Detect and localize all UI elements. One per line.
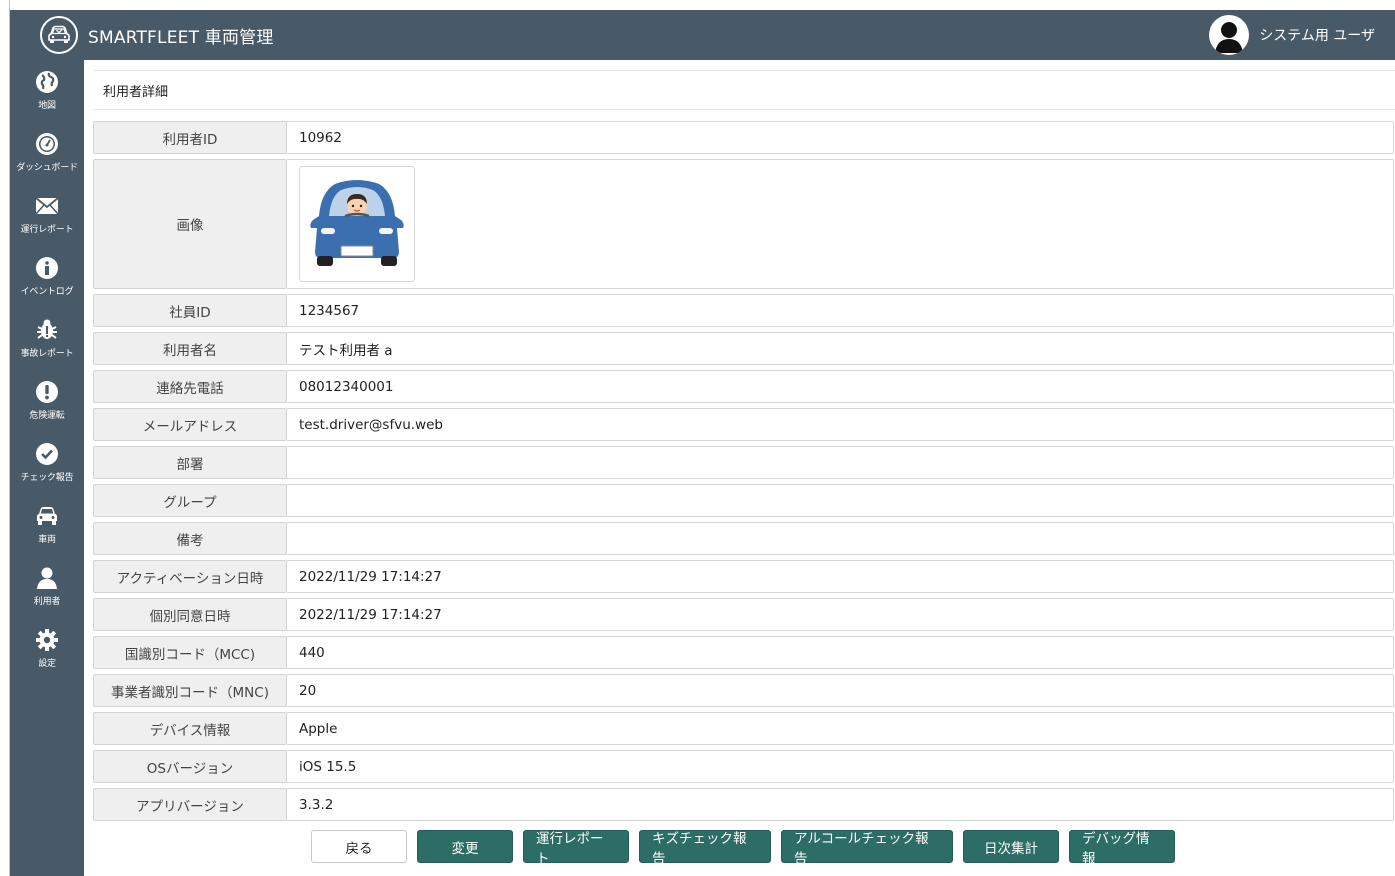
row-department: 部署 xyxy=(93,446,1394,479)
sidebar-item-users[interactable]: 利用者 xyxy=(10,556,84,618)
label-group: グループ xyxy=(93,484,287,517)
value-os-version: iOS 15.5 xyxy=(287,750,1394,783)
driver-car-image xyxy=(299,166,415,282)
label-department: 部署 xyxy=(93,446,287,479)
label-email: メールアドレス xyxy=(93,408,287,441)
row-app-version: アプリバージョン 3.3.2 xyxy=(93,788,1394,821)
row-mcc: 国識別コード（MCC) 440 xyxy=(93,636,1394,669)
kids-check-report-button[interactable]: キズチェック報告 xyxy=(639,830,771,867)
sidebar-item-vehicles[interactable]: 車両 xyxy=(10,494,84,556)
value-mcc: 440 xyxy=(287,636,1394,669)
label-mcc: 国識別コード（MCC) xyxy=(93,636,287,669)
action-buttons: 戻る 変更 運行レポート キズチェック報告 アルコールチェック報告 日次集計 デ… xyxy=(311,830,1185,867)
daily-summary-button[interactable]: 日次集計 xyxy=(963,830,1059,863)
value-department xyxy=(287,446,1394,479)
envelope-icon xyxy=(35,197,59,215)
page-title-bar: 利用者詳細 xyxy=(93,70,1395,110)
operation-report-button[interactable]: 運行レポート xyxy=(523,830,629,867)
label-mnc: 事業者識別コード（MNC) xyxy=(93,674,287,707)
value-activation-datetime: 2022/11/29 17:14:27 xyxy=(287,560,1394,593)
sidebar: 地図 ダッシュボード 運行レポート イベントログ 事故レポート 危険運転 チェッ… xyxy=(10,60,84,876)
back-button[interactable]: 戻る xyxy=(311,830,407,863)
row-group: グループ xyxy=(93,484,1394,517)
app-title: SMARTFLEET 車両管理 xyxy=(88,27,274,48)
label-device-info: デバイス情報 xyxy=(93,712,287,745)
row-activation-datetime: アクティベーション日時 2022/11/29 17:14:27 xyxy=(93,560,1394,593)
label-user-id: 利用者ID xyxy=(93,121,287,154)
value-device-info: Apple xyxy=(287,712,1394,745)
row-consent-datetime: 個別同意日時 2022/11/29 17:14:27 xyxy=(93,598,1394,631)
sidebar-item-map[interactable]: 地図 xyxy=(10,60,84,122)
label-phone: 連絡先電話 xyxy=(93,370,287,403)
user-avatar-icon xyxy=(1209,15,1250,55)
row-phone: 連絡先電話 08012340001 xyxy=(93,370,1394,403)
sidebar-item-check-report[interactable]: チェック報告 xyxy=(10,432,84,494)
value-user-name: テスト利用者 a xyxy=(287,332,1394,365)
bug-icon xyxy=(37,319,57,339)
label-user-name: 利用者名 xyxy=(93,332,287,365)
gear-icon xyxy=(36,629,58,651)
debug-info-button[interactable]: デバッグ情報 xyxy=(1069,830,1175,867)
car-logo-icon[interactable] xyxy=(40,16,78,54)
row-os-version: OSバージョン iOS 15.5 xyxy=(93,750,1394,783)
label-activation-datetime: アクティベーション日時 xyxy=(93,560,287,593)
label-os-version: OSバージョン xyxy=(93,750,287,783)
detail-table: 利用者ID 10962 画像 社員ID 1234567 利用者名 テスト利用者 … xyxy=(93,121,1394,826)
info-icon xyxy=(36,257,58,279)
value-phone: 08012340001 xyxy=(287,370,1394,403)
row-device-info: デバイス情報 Apple xyxy=(93,712,1394,745)
exclamation-icon xyxy=(36,381,58,403)
user-name: システム用 ユーザ xyxy=(1259,28,1375,44)
edit-button[interactable]: 変更 xyxy=(417,830,513,863)
value-notes xyxy=(287,522,1394,555)
row-mnc: 事業者識別コード（MNC) 20 xyxy=(93,674,1394,707)
value-user-id: 10962 xyxy=(287,121,1394,154)
row-employee-id: 社員ID 1234567 xyxy=(93,294,1394,327)
row-user-name: 利用者名 テスト利用者 a xyxy=(93,332,1394,365)
label-consent-datetime: 個別同意日時 xyxy=(93,598,287,631)
alcohol-check-report-button[interactable]: アルコールチェック報告 xyxy=(781,830,953,867)
label-app-version: アプリバージョン xyxy=(93,788,287,821)
label-employee-id: 社員ID xyxy=(93,294,287,327)
globe-icon xyxy=(36,71,58,93)
row-user-id: 利用者ID 10962 xyxy=(93,121,1394,154)
value-app-version: 3.3.2 xyxy=(287,788,1394,821)
row-image: 画像 xyxy=(93,159,1394,289)
value-group xyxy=(287,484,1394,517)
page-title: 利用者詳細 xyxy=(103,84,169,100)
sidebar-item-settings[interactable]: 設定 xyxy=(10,618,84,680)
value-consent-datetime: 2022/11/29 17:14:27 xyxy=(287,598,1394,631)
window-frame xyxy=(0,0,10,876)
row-email: メールアドレス test.driver@sfvu.web xyxy=(93,408,1394,441)
value-employee-id: 1234567 xyxy=(287,294,1394,327)
dashboard-icon xyxy=(36,133,58,155)
sidebar-item-accident-report[interactable]: 事故レポート xyxy=(10,308,84,370)
value-image xyxy=(287,159,1394,289)
car-icon xyxy=(37,507,57,525)
sidebar-item-dashboard[interactable]: ダッシュボード xyxy=(10,122,84,184)
check-circle-icon xyxy=(36,443,58,465)
app-header: SMARTFLEET 車両管理 システム用 ユーザ xyxy=(10,10,1395,60)
sidebar-item-dangerous-driving[interactable]: 危険運転 xyxy=(10,370,84,432)
sidebar-item-event-log[interactable]: イベントログ xyxy=(10,246,84,308)
user-icon xyxy=(37,567,57,589)
row-notes: 備考 xyxy=(93,522,1394,555)
value-email: test.driver@sfvu.web xyxy=(287,408,1394,441)
label-notes: 備考 xyxy=(93,522,287,555)
label-image: 画像 xyxy=(93,159,287,289)
user-menu[interactable]: システム用 ユーザ xyxy=(1209,15,1375,55)
sidebar-item-operation-report[interactable]: 運行レポート xyxy=(10,184,84,246)
main-content: 利用者詳細 利用者ID 10962 画像 社員ID 1234567 利用者名 テ… xyxy=(84,60,1395,876)
value-mnc: 20 xyxy=(287,674,1394,707)
